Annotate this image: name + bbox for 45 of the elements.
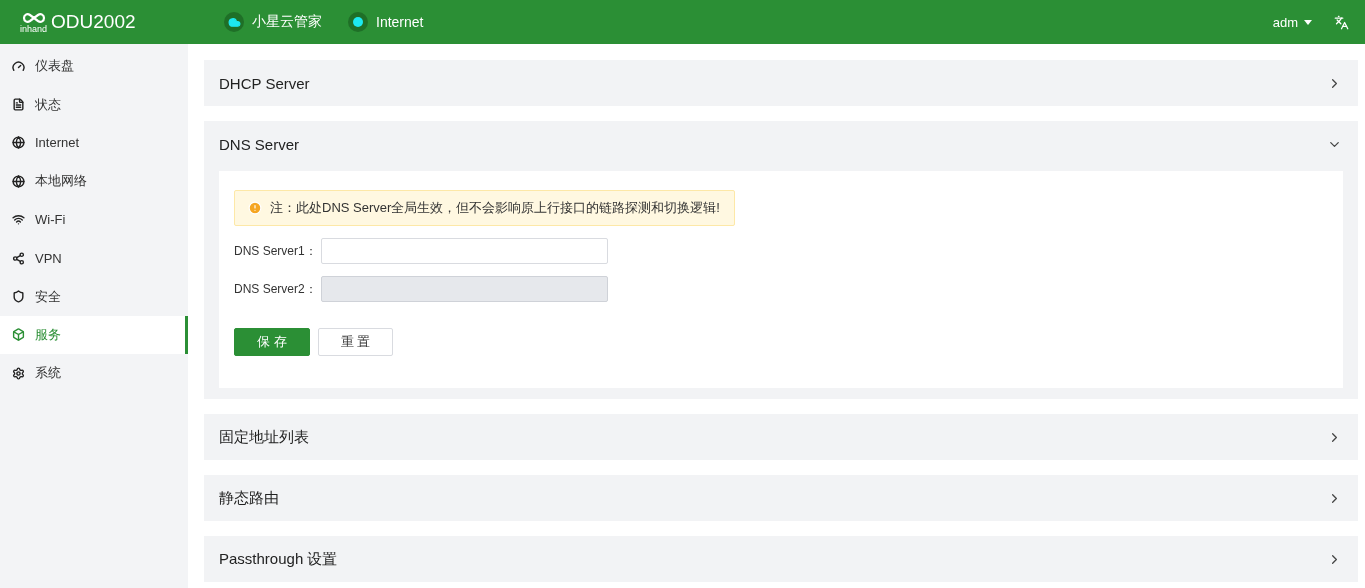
field-label: DNS Server2： [234,280,317,298]
sidebar-item[interactable]: 安全 [0,277,188,316]
sidebar-item[interactable]: 仪表盘 [0,47,188,86]
notice-text: 注：此处DNS Server全局生效，但不会影响原上行接口的链路探测和切换逻辑! [270,199,720,217]
cube-icon [12,328,25,342]
panel-title: DHCP Server [219,74,310,92]
network-icon [12,251,25,265]
reset-button[interactable]: 重 置 [318,328,393,356]
save-button[interactable]: 保 存 [234,328,310,356]
product-name: ODU2002 [51,11,136,33]
field-label: DNS Server1： [234,242,317,260]
sidebar-item[interactable]: 服务 [0,315,188,355]
sidebar-item[interactable]: 状态 [0,85,188,124]
internet-icon [12,136,25,150]
status-label: 小星云管家 [252,13,322,31]
caret-icon [1304,19,1312,25]
logo-icon [20,10,47,25]
globe-icon [12,174,25,188]
sidebar-item[interactable]: Internet [0,123,188,163]
panel-header[interactable]: 固定地址列表 [204,414,1358,460]
sidebar-item[interactable]: Wi-Fi [0,200,188,239]
user-menu[interactable]: adm [1272,14,1312,30]
panel-title: 静态路由 [219,488,279,508]
status-dot [348,12,368,32]
brand-text: inhand [20,24,48,34]
panel-header[interactable]: 静态路由 [204,475,1358,521]
panel-title: 固定地址列表 [219,427,309,447]
shield-icon [12,290,25,304]
panel-header[interactable]: DNS Server [204,121,1358,167]
gauge-icon [12,59,25,73]
settings-icon [12,366,25,380]
document-icon [12,98,25,112]
cloud-icon [224,12,244,32]
panel-header[interactable]: DHCP Server [204,60,1358,106]
sidebar-item[interactable]: 本地网络 [0,162,188,201]
warning-icon [248,201,262,215]
input-field[interactable] [320,238,608,264]
language-icon[interactable] [1334,14,1349,30]
panel-title: Passthrough 设置 [219,549,338,569]
sidebar-item[interactable]: VPN [0,238,188,278]
status-label: Internet [376,14,424,30]
wifi-icon [12,213,25,227]
sidebar-item[interactable]: 系统 [0,354,188,393]
panel-header[interactable]: Passthrough 设置 [204,536,1358,582]
panel-title: DNS Server [219,135,300,153]
